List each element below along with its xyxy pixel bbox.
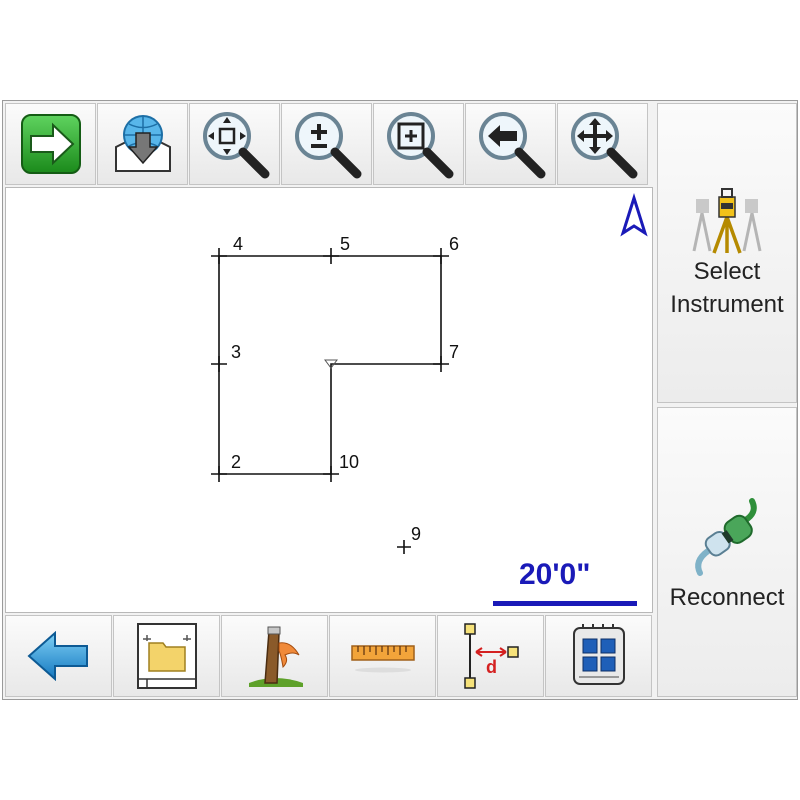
reconnect-button[interactable]: Reconnect xyxy=(657,407,797,697)
zoom-extents-icon xyxy=(202,112,269,179)
globe-download-icon xyxy=(114,115,171,172)
zoom-previous-button[interactable] xyxy=(465,103,556,185)
folder-frame-icon xyxy=(136,623,197,689)
zoom-window-icon xyxy=(386,112,453,179)
point-marker[interactable] xyxy=(211,248,227,264)
pan-button[interactable] xyxy=(557,103,648,185)
point-label-6: 6 xyxy=(449,234,459,254)
point-marker[interactable] xyxy=(211,466,227,482)
pan-icon xyxy=(570,112,637,179)
reconnect-label: Reconnect xyxy=(669,583,785,611)
offset-button[interactable]: d xyxy=(437,615,544,697)
point-label-10: 10 xyxy=(339,452,359,472)
svg-text:d: d xyxy=(486,657,497,677)
point-marker[interactable] xyxy=(323,466,339,482)
map-canvas[interactable]: 4 5 6 3 7 2 10 9 20'0" xyxy=(5,187,653,613)
zoom-in-out-button[interactable] xyxy=(281,103,372,185)
point-label-2: 2 xyxy=(231,452,241,472)
point-label-7: 7 xyxy=(449,342,459,362)
scale-bar xyxy=(493,601,637,606)
zoom-previous-icon xyxy=(478,112,545,179)
top-toolbar xyxy=(5,103,649,185)
stakeout-button[interactable] xyxy=(221,615,328,697)
north-arrow-icon xyxy=(620,192,648,237)
blue-arrow-left-icon xyxy=(26,631,88,681)
bottom-toolbar: d xyxy=(5,615,653,697)
grid-button[interactable] xyxy=(545,615,652,697)
continue-button[interactable] xyxy=(5,103,96,185)
point-markers xyxy=(211,248,449,554)
import-button[interactable] xyxy=(97,103,188,185)
ruler-icon xyxy=(350,645,415,673)
point-marker[interactable] xyxy=(323,248,339,264)
connector-plug-icon xyxy=(695,497,757,576)
point-marker[interactable] xyxy=(433,356,449,372)
stake-flag-icon xyxy=(248,626,303,687)
map-drawing: 4 5 6 3 7 2 10 9 20'0" xyxy=(211,192,648,606)
zoom-plus-minus-icon xyxy=(294,112,361,179)
point-label-5: 5 xyxy=(340,234,350,254)
point-label-9: 9 xyxy=(411,524,421,544)
point-marker[interactable] xyxy=(397,540,411,554)
zoom-extents-button[interactable] xyxy=(189,103,280,185)
scale-label: 20'0" xyxy=(519,558,590,591)
zoom-window-button[interactable] xyxy=(373,103,464,185)
select-instrument-button[interactable]: Select Instrument xyxy=(657,103,797,403)
point-marker[interactable] xyxy=(433,248,449,264)
total-station-icon xyxy=(692,188,762,254)
measure-button[interactable] xyxy=(329,615,436,697)
layers-button[interactable] xyxy=(113,615,220,697)
point-label-4: 4 xyxy=(233,234,243,254)
boundary-polyline xyxy=(218,255,442,475)
point-marker[interactable] xyxy=(211,356,227,372)
green-arrow-right-icon xyxy=(20,114,81,174)
point-label-3: 3 xyxy=(231,342,241,362)
grid-calculator-icon xyxy=(572,624,625,685)
back-button[interactable] xyxy=(5,615,112,697)
offset-distance-icon: d xyxy=(463,623,519,689)
select-instrument-label: Select Instrument xyxy=(670,258,784,318)
app-window: 4 5 6 3 7 2 10 9 20'0" Select Instrument xyxy=(2,100,798,700)
